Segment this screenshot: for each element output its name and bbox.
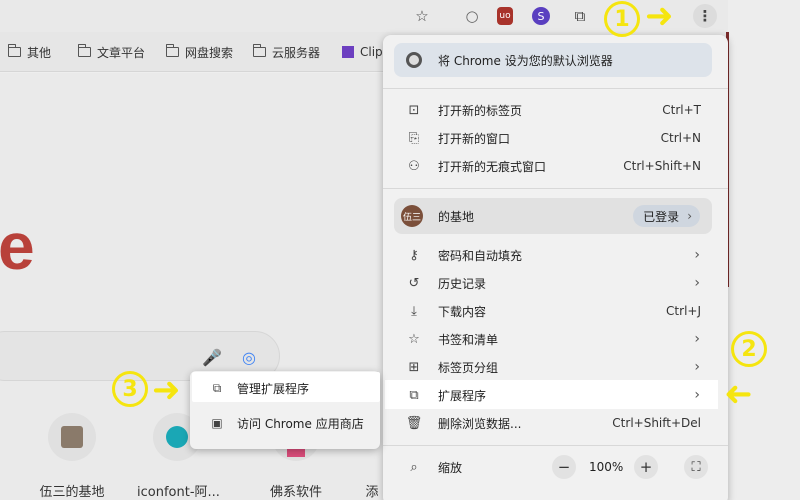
menu-item-tab-groups[interactable]: ⊞ 标签页分组 › [383,353,728,381]
menu-item-new-window[interactable]: ⎘ 打开新的窗口 Ctrl+N [383,124,728,152]
history-icon: ↺ [408,275,420,291]
menu-item-clear-data[interactable]: 🗑 删除浏览数据... Ctrl+Shift+Del [383,409,728,437]
arrow-left-icon: ➜ [724,374,753,414]
download-icon: ⤓ [411,303,417,319]
new-window-icon: ⎘ [408,130,420,146]
folder-icon [77,44,91,57]
chevron-right-icon: › [694,359,700,375]
menu-divider [383,445,728,446]
new-tab-icon: ⊡ [408,102,420,118]
kebab-menu-icon[interactable]: ⋮ [693,4,717,28]
set-default-browser-button[interactable]: 将 Chrome 设为您的默认浏览器 [394,43,712,77]
bookmark-star-icon[interactable]: ☆ [410,4,434,28]
shortcut-tile[interactable]: 伍三的基地 [32,413,112,500]
menu-item-new-tab[interactable]: ⊡ 打开新的标签页 Ctrl+T [383,96,728,124]
bookmark-clip[interactable]: Clip [342,42,383,62]
star-icon: ☆ [408,331,420,347]
window-edge [728,0,800,500]
arrow-right-icon: ➜ [645,0,674,36]
bookmark-folder[interactable]: 云服务器 [252,42,320,62]
fullscreen-button[interactable]: ⛶ [684,455,708,479]
zoom-out-button[interactable]: − [552,455,576,479]
extension-circle-icon[interactable]: ○ [460,4,484,28]
menu-item-extensions[interactable]: ⧉ 扩展程序 › [383,381,728,409]
folder-icon [7,44,21,57]
zoom-icon: ⌕ [410,459,418,475]
profile-row[interactable]: 伍三 的基地 已登录 › [394,198,712,234]
menu-divider [383,88,728,89]
bookmark-folder[interactable]: 其他 [7,42,51,62]
extension-s-icon[interactable]: S [532,7,550,25]
step-2-marker: 2 [731,331,767,367]
tab-groups-icon: ⊞ [408,359,420,375]
chrome-icon [406,52,422,68]
chevron-right-icon: › [694,331,700,347]
bookmark-folder[interactable]: 文章平台 [77,42,145,62]
folder-icon [252,44,266,57]
puzzle-icon[interactable]: ⧉ [568,4,592,28]
chevron-right-icon: › [694,247,700,263]
ublock-icon[interactable]: uo [497,7,513,25]
store-icon: ▣ [211,416,223,430]
signed-in-badge: 已登录 › [633,205,700,227]
puzzle-icon: ⧉ [212,380,222,395]
menu-item-bookmarks[interactable]: ☆ 书签和清单 › [383,325,728,353]
puzzle-icon: ⧉ [409,387,419,403]
lens-icon[interactable]: ◎ [238,346,260,368]
incognito-icon: ⚇ [408,158,420,174]
microphone-icon[interactable]: 🎤 [201,346,223,368]
zoom-level: 100% [589,460,624,474]
step-1-marker: 1 [604,1,640,37]
folder-icon [165,44,179,57]
profile-avatar: 伍三 [401,205,423,227]
clip-icon [342,46,354,58]
menu-item-incognito[interactable]: ⚇ 打开新的无痕式窗口 Ctrl+Shift+N [383,152,728,180]
chevron-right-icon: › [694,275,700,291]
bookmark-folder[interactable]: 网盘搜索 [165,42,233,62]
zoom-in-button[interactable]: + [634,455,658,479]
profile-name: 的基地 [438,209,475,224]
arrow-right-icon: ➜ [152,370,181,410]
google-logo-fragment: e [0,209,35,283]
browser-toolbar: ☆ ○ uo S ⧉ ⋮ [0,0,800,32]
step-3-marker: 3 [112,371,148,407]
chevron-right-icon: › [687,209,692,223]
menu-item-downloads[interactable]: ⤓ 下载内容 Ctrl+J [383,297,728,325]
menu-divider [383,188,728,189]
trash-icon: 🗑 [405,415,423,431]
chrome-menu: 将 Chrome 设为您的默认浏览器 ⊡ 打开新的标签页 Ctrl+T ⎘ 打开… [383,35,728,500]
menu-item-passwords[interactable]: ⚷ 密码和自动填充 › [383,241,728,269]
menu-item-history[interactable]: ↺ 历史记录 › [383,269,728,297]
key-icon: ⚷ [409,247,419,263]
extensions-submenu: ⧉ 管理扩展程序 ▣ 访问 Chrome 应用商店 [190,371,380,449]
shortcut-avatar [48,413,96,461]
manage-extensions-item[interactable]: ⧉ 管理扩展程序 [190,374,380,402]
chevron-right-icon: › [694,387,700,403]
chrome-web-store-item[interactable]: ▣ 访问 Chrome 应用商店 [190,409,380,437]
